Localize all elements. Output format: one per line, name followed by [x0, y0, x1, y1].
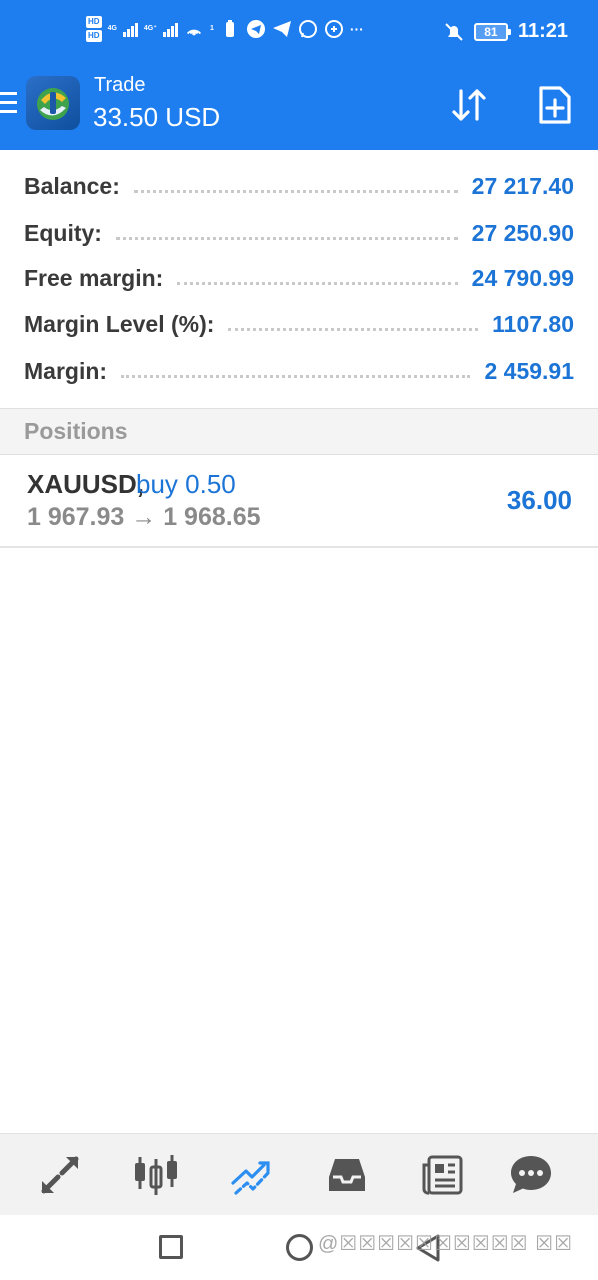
- battery-saver-icon: [220, 19, 240, 39]
- sort-button[interactable]: [446, 82, 492, 128]
- nav-news[interactable]: [420, 1152, 466, 1198]
- margin-level-row: Margin Level (%): 1107.80: [24, 304, 574, 344]
- balance-value: 27 217.40: [471, 172, 574, 199]
- app-bar: Trade 33.50 USD: [0, 68, 598, 150]
- send-icon: [272, 19, 292, 39]
- watermark-text: @☒☒☒☒☒☒☒☒☒☒ ☒☒: [318, 1233, 574, 1255]
- hd-indicators: HD HD: [86, 16, 102, 42]
- signal-icon-2: [162, 21, 178, 37]
- quotes-icon: [41, 1156, 79, 1194]
- position-side-volume: buy 0.50: [136, 469, 236, 499]
- metatrader-logo-icon: [26, 76, 80, 130]
- margin-row: Margin: 2 459.91: [24, 351, 574, 391]
- position-symbol: XAUUSD,: [27, 469, 145, 499]
- mute-bell-icon: [444, 22, 464, 42]
- clock: 11:21: [517, 20, 568, 42]
- history-inbox-icon: [329, 1159, 365, 1191]
- dotted-leader: [115, 236, 458, 240]
- margin-label: Margin:: [24, 357, 108, 384]
- system-navigation-bar: @☒☒☒☒☒☒☒☒☒☒ ☒☒: [0, 1215, 598, 1280]
- margin-level-label: Margin Level (%):: [24, 310, 215, 337]
- battery-icon: 81: [473, 22, 511, 41]
- balance-row: Balance: 27 217.40: [24, 166, 574, 206]
- margin-value: 2 459.91: [484, 357, 574, 384]
- messenger-icon: [324, 19, 344, 39]
- home-button[interactable]: [286, 1234, 313, 1261]
- equity-value: 27 250.90: [471, 219, 574, 246]
- positions-section-header: Positions: [0, 408, 598, 455]
- page-title: Trade: [94, 74, 146, 96]
- sort-arrows-icon: [452, 89, 486, 121]
- hotspot-icon: [184, 19, 204, 39]
- position-profit: 36.00: [506, 485, 572, 515]
- telegram-icon: [246, 19, 266, 39]
- dotted-leader: [133, 189, 458, 193]
- trade-icon: [231, 1161, 270, 1195]
- account-summary: Balance: 27 217.40 Equity: 27 250.90 Fre…: [0, 150, 598, 408]
- free-margin-label: Free margin:: [24, 264, 164, 291]
- hd-indicator-2: HD: [86, 30, 102, 42]
- new-order-button[interactable]: [532, 82, 578, 128]
- status-right-icons: 81 11:21: [444, 20, 568, 43]
- chat-icon: [511, 1156, 551, 1193]
- hotspot-count: 1: [209, 25, 214, 32]
- news-icon: [422, 1155, 463, 1195]
- free-margin-row: Free margin: 24 790.99: [24, 258, 574, 298]
- new-document-icon: [539, 86, 571, 124]
- dotted-leader: [121, 374, 471, 378]
- menu-icon[interactable]: [0, 92, 18, 118]
- equity-row: Equity: 27 250.90: [24, 213, 574, 253]
- dotted-leader: [177, 281, 458, 285]
- sim1-network-label: 4G: [107, 25, 117, 32]
- position-row[interactable]: XAUUSD, buy 0.50 1 967.93 → 1 968.65 36.…: [0, 455, 598, 548]
- recent-apps-button[interactable]: [159, 1235, 183, 1259]
- sim2-network-label: 4G⁺: [143, 25, 157, 32]
- nav-chart[interactable]: [133, 1152, 179, 1198]
- margin-level-value: 1107.80: [492, 310, 574, 337]
- equity-label: Equity:: [24, 219, 102, 246]
- positions-header-label: Positions: [24, 418, 128, 444]
- chart-icon: [135, 1155, 177, 1195]
- status-left-icons: HD HD 4G 4G⁺ 1 ···: [86, 16, 364, 42]
- whatsapp-icon: [298, 19, 318, 39]
- more-notifications-icon: ···: [349, 21, 364, 37]
- nav-trade[interactable]: [229, 1152, 275, 1198]
- status-bar: HD HD 4G 4G⁺ 1 ··· 81 11:21: [0, 0, 598, 68]
- nav-history[interactable]: [324, 1152, 370, 1198]
- balance-label: Balance:: [24, 172, 120, 199]
- nav-chat[interactable]: [508, 1152, 554, 1198]
- signal-icon-1: [122, 21, 138, 37]
- dotted-leader: [228, 327, 479, 331]
- bottom-navigation: [0, 1133, 598, 1215]
- hd-indicator-1: HD: [86, 16, 102, 28]
- floating-profit: 33.50 USD: [93, 102, 221, 132]
- position-prices: 1 967.93 → 1 968.65: [27, 503, 261, 531]
- nav-quotes[interactable]: [37, 1152, 83, 1198]
- free-margin-value: 24 790.99: [471, 264, 574, 291]
